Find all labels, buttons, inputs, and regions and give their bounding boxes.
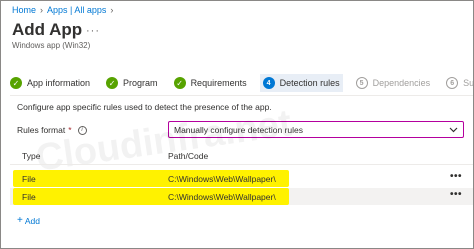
add-rule-link[interactable]: + Add bbox=[17, 215, 40, 226]
page-title: Add App bbox=[12, 20, 83, 39]
checkmark-icon: ✓ bbox=[106, 77, 119, 89]
column-header-path: Path/Code bbox=[168, 151, 209, 161]
chevron-down-icon bbox=[449, 127, 458, 133]
watermark: Cloudinfra.net bbox=[33, 102, 295, 180]
rules-format-text: Rules format bbox=[17, 125, 66, 135]
step-supersedence[interactable]: 6 Superse bbox=[446, 74, 474, 92]
checkmark-icon: ✓ bbox=[10, 77, 22, 89]
table-row[interactable]: File C:\Windows\Web\Wallpaper\ ••• bbox=[10, 188, 474, 205]
breadcrumb-separator-icon: › bbox=[110, 5, 114, 15]
step-label: Superse bbox=[463, 78, 474, 88]
row-more-options-icon[interactable]: ••• bbox=[450, 171, 462, 182]
column-header-type: Type bbox=[22, 151, 41, 161]
step-number-badge: 6 bbox=[446, 77, 459, 89]
row-type: File bbox=[22, 192, 36, 202]
step-label: Requirements bbox=[190, 78, 247, 88]
add-label: Add bbox=[24, 215, 40, 226]
breadcrumb-home[interactable]: Home bbox=[12, 5, 36, 15]
row-path: C:\Windows\Web\Wallpaper\ bbox=[168, 174, 276, 184]
row-type: File bbox=[22, 174, 36, 184]
step-detection-rules[interactable]: 4 Detection rules bbox=[259, 74, 343, 92]
step-number-badge: 5 bbox=[355, 77, 368, 89]
breadcrumb-separator-icon: › bbox=[40, 5, 44, 15]
step-label: Detection rules bbox=[279, 78, 340, 88]
table-row[interactable]: File C:\Windows\Web\Wallpaper\ ••• bbox=[10, 170, 474, 187]
row-path: C:\Windows\Web\Wallpaper\ bbox=[168, 192, 276, 202]
row-more-options-icon[interactable]: ••• bbox=[450, 189, 462, 200]
checkmark-icon: ✓ bbox=[173, 77, 186, 89]
step-number-badge: 4 bbox=[262, 77, 275, 89]
step-requirements[interactable]: ✓ Requirements bbox=[173, 74, 247, 92]
more-options-button[interactable]: ··· bbox=[86, 25, 100, 37]
step-app-information[interactable]: ✓ App information bbox=[10, 74, 90, 92]
step-program[interactable]: ✓ Program bbox=[106, 74, 158, 92]
wizard-steps: ✓ App information ✓ Program ✓ Requiremen… bbox=[10, 74, 474, 92]
step-dependencies[interactable]: 5 Dependencies bbox=[355, 74, 431, 92]
step-label: Dependencies bbox=[372, 78, 431, 88]
step-label: Program bbox=[123, 78, 158, 88]
page-subtitle: Windows app (Win32) bbox=[12, 41, 91, 50]
divider bbox=[10, 164, 474, 165]
breadcrumb: Home › Apps | All apps › bbox=[12, 5, 117, 15]
breadcrumb-apps[interactable]: Apps | All apps bbox=[47, 5, 106, 15]
step-label: App information bbox=[27, 78, 91, 88]
divider bbox=[10, 95, 474, 96]
plus-icon: + bbox=[17, 215, 23, 226]
